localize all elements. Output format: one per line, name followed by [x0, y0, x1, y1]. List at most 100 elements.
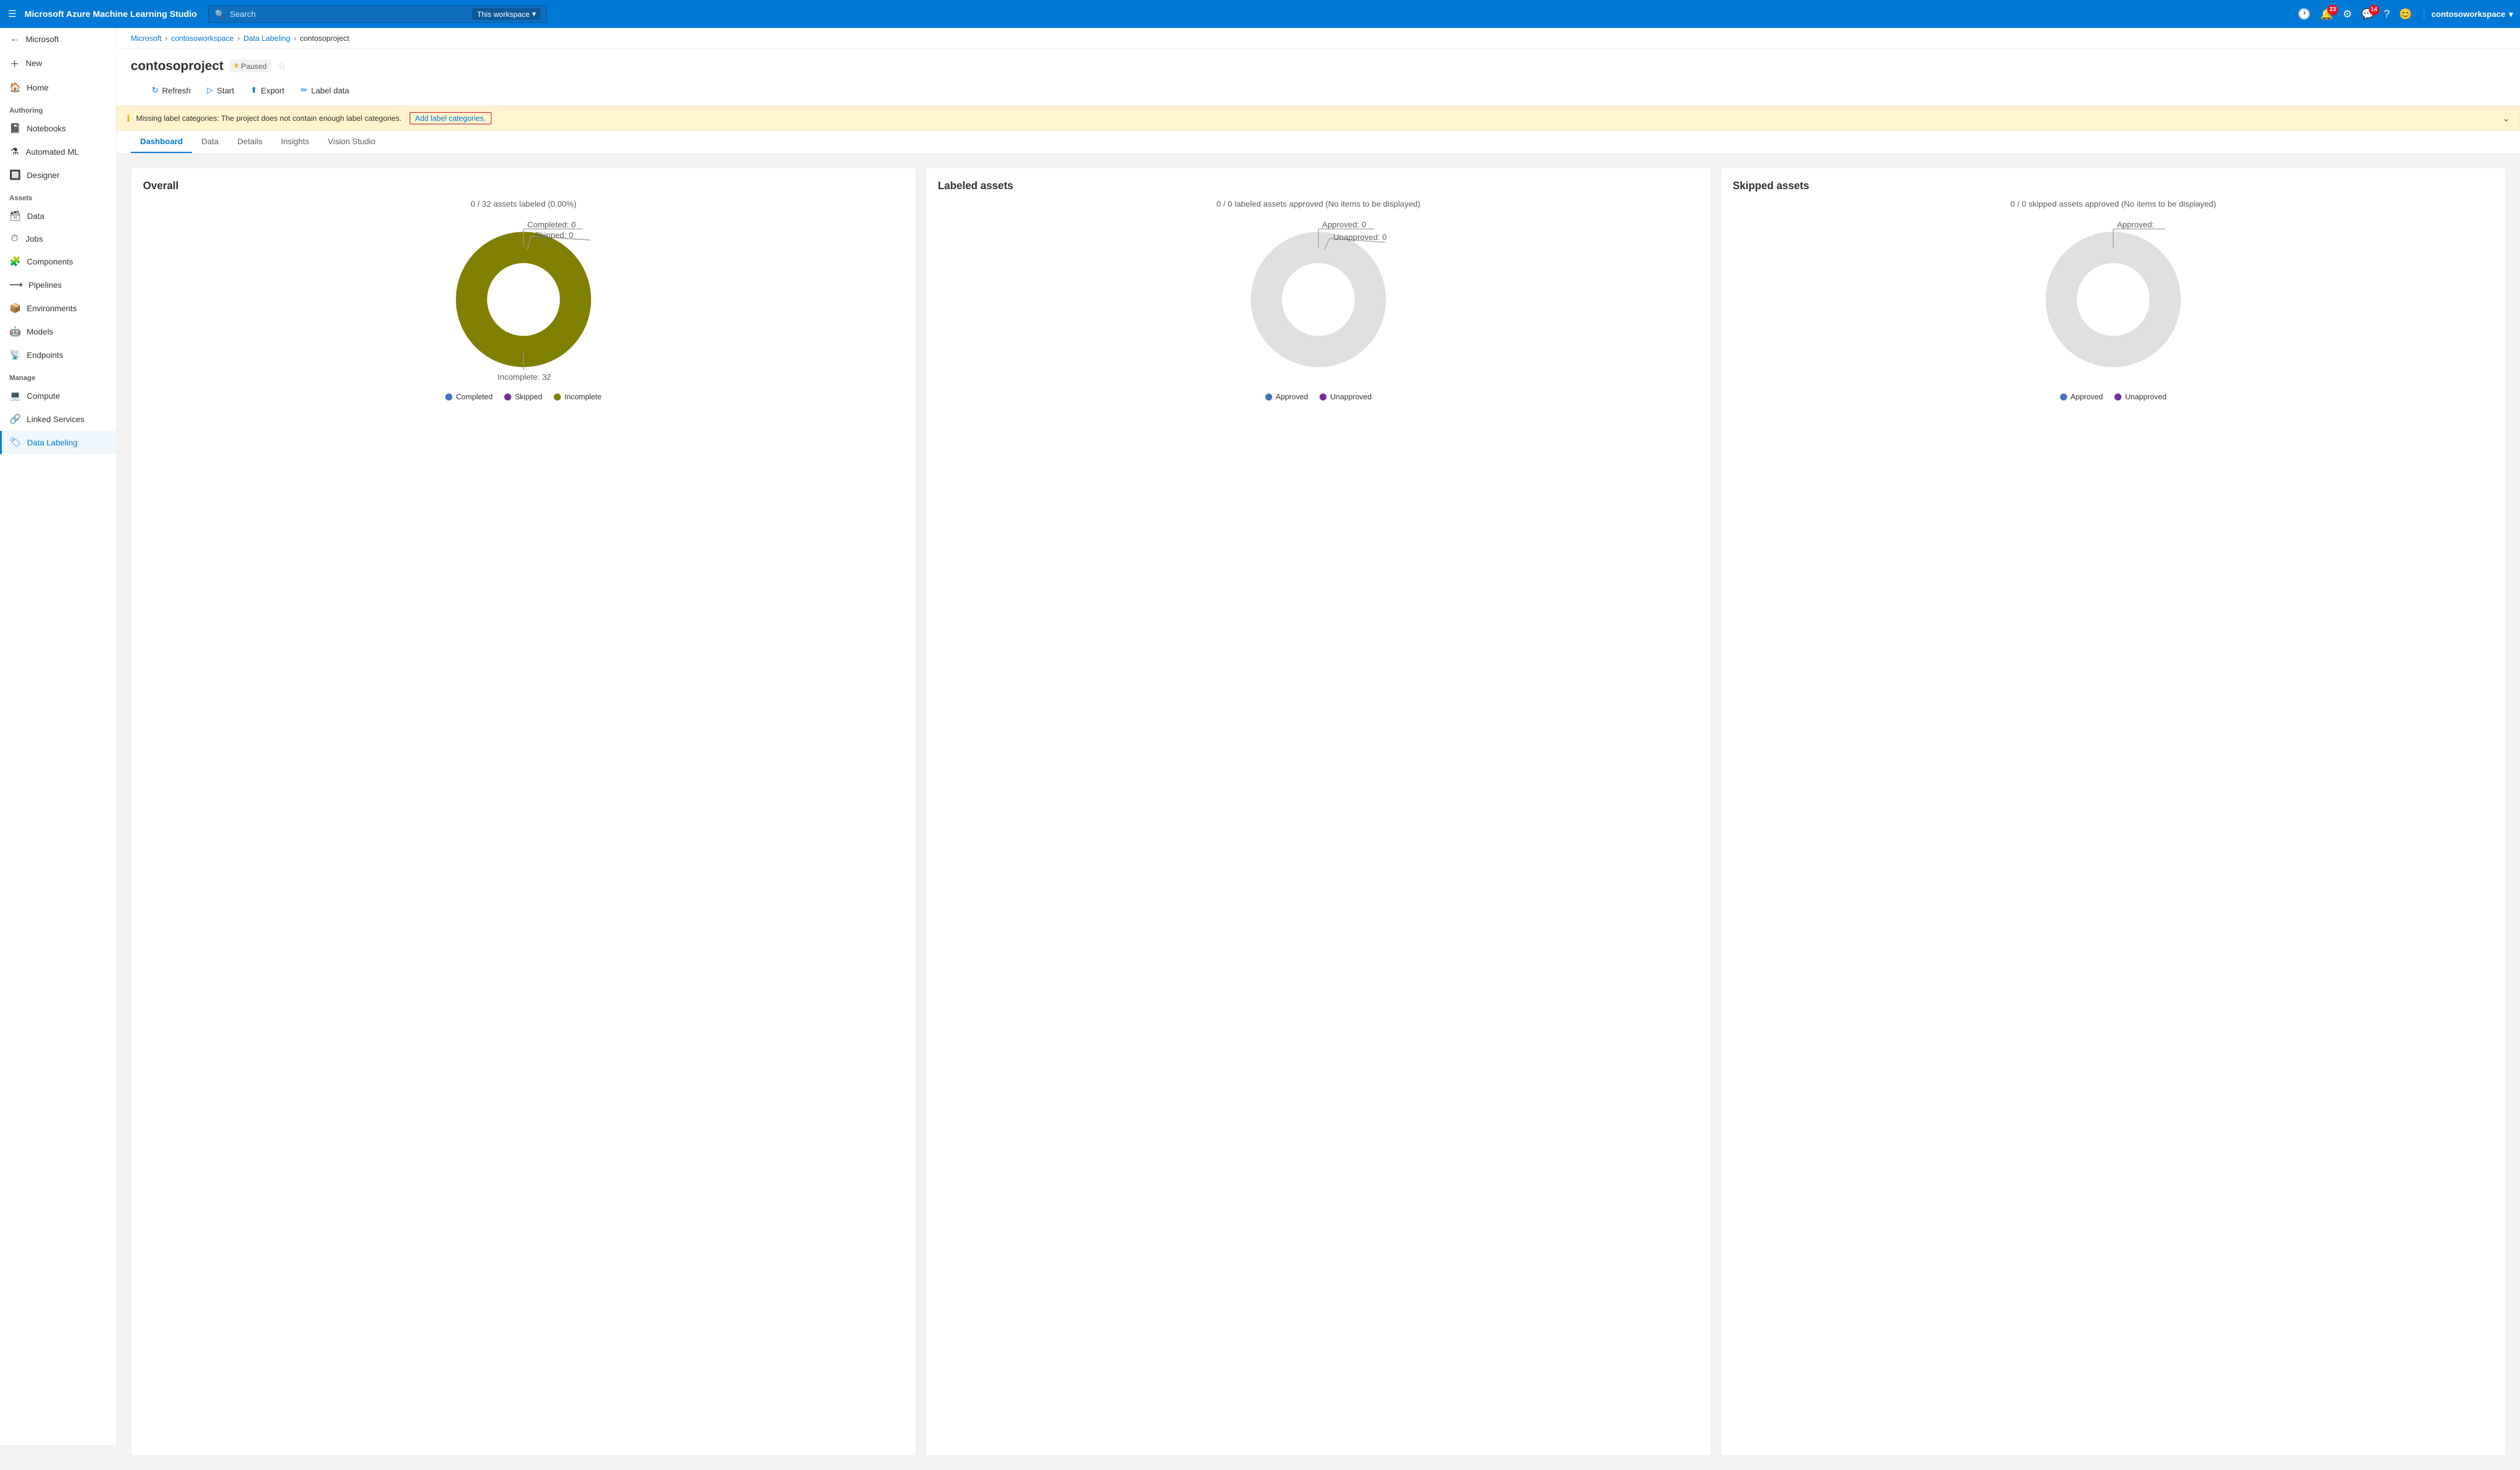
skipped-label: Skipped [515, 392, 542, 401]
tab-insights[interactable]: Insights [272, 131, 319, 153]
main-content: Microsoft › contosoworkspace › Data Labe… [117, 28, 2520, 1470]
search-workspace-selector[interactable]: This workspace ▾ [472, 8, 540, 20]
svg-text:Skipped: 0: Skipped: 0 [535, 230, 573, 239]
sidebar-components-label: Components [27, 257, 73, 266]
sidebar-compute-label: Compute [27, 391, 60, 400]
tabs: Dashboard Data Details Insights Vision S… [117, 131, 2520, 154]
warning-info-icon: ℹ [127, 113, 130, 124]
sidebar-item-automated-ml[interactable]: ⚗ Automated ML [0, 140, 116, 163]
skipped-approved-label: Approved [2071, 392, 2103, 401]
hamburger-icon[interactable]: ☰ [7, 8, 18, 20]
assets-section: Assets [0, 187, 116, 204]
overall-donut-svg: Completed: 0 Skipped: 0 Incomplete: 32 [442, 218, 605, 381]
automated-ml-icon: ⚗ [9, 146, 20, 158]
sidebar-item-models[interactable]: 🤖 Models [0, 320, 116, 343]
sidebar-endpoints-label: Endpoints [27, 350, 63, 360]
overall-subtitle: 0 / 32 assets labeled (0.00%) [143, 199, 904, 208]
sidebar-pipelines-label: Pipelines [29, 280, 62, 290]
overall-chart: Completed: 0 Skipped: 0 Incomplete: 32 [143, 218, 904, 401]
sidebar-item-data-labeling[interactable]: 🏷 Data Labeling [0, 431, 116, 454]
skipped-unapproved-label: Unapproved [2125, 392, 2166, 401]
sidebar-item-environments[interactable]: 📦 Environments [0, 297, 116, 320]
export-icon: ⬆ [250, 85, 257, 95]
legend-skipped-unapproved: Unapproved [2114, 392, 2166, 401]
completed-label: Completed [456, 392, 493, 401]
skipped-donut-svg: Approved: [2032, 218, 2195, 381]
skipped-dot [504, 393, 511, 400]
workspace-selector[interactable]: contosoworkspace ▾ [2424, 9, 2513, 19]
sidebar-item-jobs[interactable]: ⏱ Jobs [0, 228, 116, 250]
legend-incomplete: Incomplete [554, 392, 602, 401]
sidebar-item-microsoft[interactable]: ← Microsoft [0, 28, 116, 50]
tab-data[interactable]: Data [192, 131, 228, 153]
incomplete-dot [554, 393, 561, 400]
sidebar-item-new[interactable]: ＋ New [0, 50, 116, 76]
sidebar-data-labeling-label: Data Labeling [27, 438, 77, 447]
breadcrumb-sep-3: › [294, 34, 296, 43]
sidebar-item-components[interactable]: 🧩 Components [0, 250, 116, 273]
feedback-badge: 14 [2369, 5, 2379, 15]
sidebar-item-endpoints[interactable]: 📡 Endpoints [0, 343, 116, 367]
svg-text:Completed: 0: Completed: 0 [527, 220, 575, 229]
sidebar-models-label: Models [27, 327, 53, 336]
jobs-icon: ⏱ [9, 234, 20, 244]
page-title-row: contosoproject ⏸ Paused ☆ [131, 58, 2506, 74]
overall-card: Overall 0 / 32 assets labeled (0.00%) Co… [131, 168, 916, 1456]
legend-skipped-approved: Approved [2060, 392, 2103, 401]
favorite-icon[interactable]: ☆ [277, 60, 287, 72]
sidebar-item-compute[interactable]: 💻 Compute [0, 384, 116, 407]
breadcrumb-microsoft[interactable]: Microsoft [131, 34, 162, 43]
sidebar-item-pipelines[interactable]: ⟶ Pipelines [0, 273, 116, 297]
tab-vision-studio[interactable]: Vision Studio [319, 131, 385, 153]
search-bar[interactable]: 🔍 This workspace ▾ [208, 5, 547, 23]
label-data-button[interactable]: ✏ Label data [294, 82, 356, 99]
overall-title: Overall [143, 180, 904, 192]
sidebar-automated-ml-label: Automated ML [26, 147, 79, 156]
add-label-categories-link[interactable]: Add label categories. [410, 112, 491, 124]
unapproved-label: Unapproved [1330, 392, 1371, 401]
skipped-assets-card: Skipped assets 0 / 0 skipped assets appr… [1720, 168, 2506, 1456]
sidebar-new-label: New [26, 58, 42, 68]
sidebar-item-notebooks[interactable]: 📓 Notebooks [0, 117, 116, 140]
sidebar-item-designer[interactable]: 🔲 Designer [0, 163, 116, 187]
start-button[interactable]: ▷ Start [200, 82, 241, 99]
models-icon: 🤖 [9, 326, 21, 337]
refresh-button[interactable]: ↻ Refresh [145, 82, 198, 99]
labeled-title: Labeled assets [938, 180, 1699, 192]
sidebar-home-label: Home [27, 83, 48, 92]
top-nav-icons: 🕐 🔔 23 ⚙ 💬 14 ? 😊 contosoworkspace ▾ [2298, 8, 2513, 20]
skipped-subtitle: 0 / 0 skipped assets approved (No items … [1733, 199, 2494, 208]
search-workspace-label: This workspace [477, 10, 529, 19]
breadcrumb-data-labeling[interactable]: Data Labeling [243, 34, 290, 43]
feedback-icon[interactable]: 💬 14 [2361, 8, 2374, 20]
settings-icon[interactable]: ⚙ [2343, 8, 2352, 20]
clock-icon[interactable]: 🕐 [2298, 8, 2310, 20]
sidebar-data-label: Data [27, 211, 44, 221]
breadcrumb-sep-1: › [165, 34, 167, 43]
compute-icon: 💻 [9, 390, 21, 402]
expand-icon[interactable]: ⌄ [2502, 113, 2510, 124]
notifications-icon[interactable]: 🔔 23 [2320, 8, 2333, 20]
sidebar-item-home[interactable]: 🏠 Home [0, 76, 116, 99]
export-button[interactable]: ⬆ Export [243, 82, 291, 99]
incomplete-label: Incomplete [564, 392, 602, 401]
breadcrumb: Microsoft › contosoworkspace › Data Labe… [117, 28, 2520, 49]
svg-text:Approved: 0: Approved: 0 [1322, 220, 1366, 229]
tab-details[interactable]: Details [228, 131, 272, 153]
avatar-icon[interactable]: 😊 [2399, 8, 2412, 20]
export-label: Export [261, 86, 284, 95]
notebooks-icon: 📓 [9, 123, 21, 134]
labeled-chart: Approved: 0 Unapproved: 0 Approved [938, 218, 1699, 401]
svg-text:Approved:: Approved: [2117, 220, 2154, 229]
help-icon[interactable]: ? [2384, 8, 2390, 20]
sidebar-item-data[interactable]: 🗃 Data [0, 204, 116, 228]
search-icon: 🔍 [215, 9, 225, 19]
search-input[interactable] [230, 9, 468, 19]
sidebar-item-linked-services[interactable]: 🔗 Linked Services [0, 407, 116, 431]
refresh-label: Refresh [162, 86, 191, 95]
breadcrumb-workspace[interactable]: contosoworkspace [171, 34, 234, 43]
tab-dashboard[interactable]: Dashboard [131, 131, 192, 153]
data-labeling-icon: 🏷 [9, 437, 21, 448]
labeled-legend: Approved Unapproved [1265, 392, 1371, 401]
refresh-icon: ↻ [152, 85, 159, 95]
